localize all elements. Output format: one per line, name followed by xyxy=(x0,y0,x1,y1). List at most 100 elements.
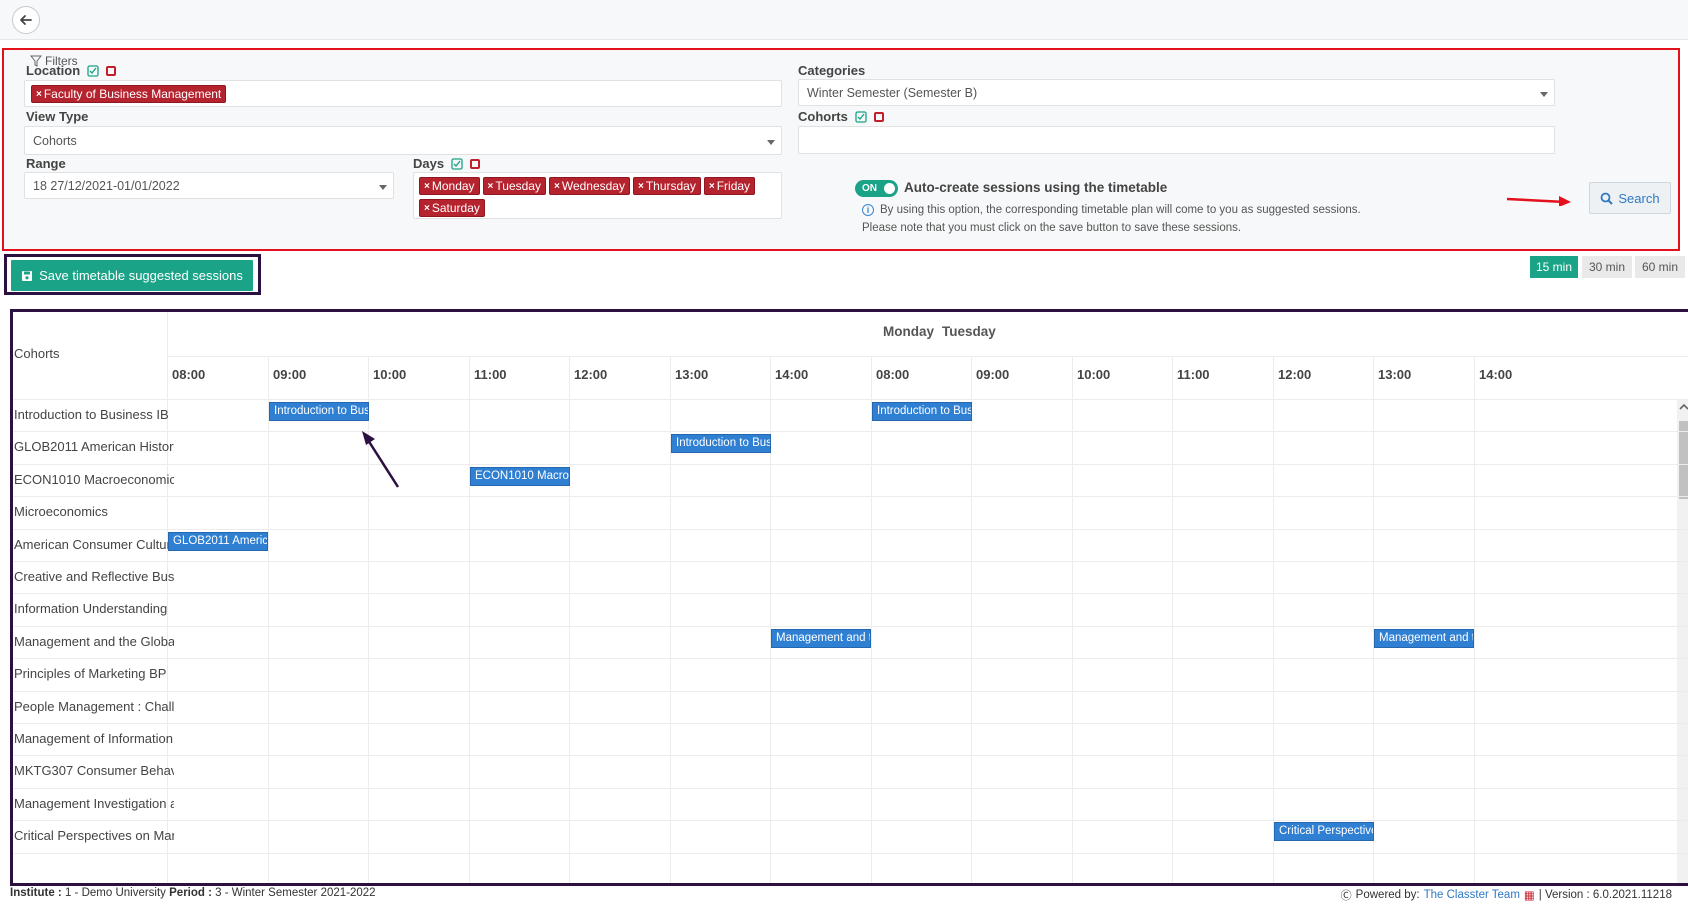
zoom-15-button[interactable]: 15 min xyxy=(1530,256,1578,278)
remove-tag-icon[interactable]: × xyxy=(554,181,560,192)
hour-label: 13:00 xyxy=(1378,367,1412,382)
classter-team-link[interactable]: The Classter Team xyxy=(1424,889,1520,901)
session-event[interactable]: GLOB2011 American History xyxy=(168,532,268,551)
cohort-row-label: Information Understanding xyxy=(14,601,168,616)
scroll-up-icon[interactable] xyxy=(1677,401,1688,413)
days-label: Days xyxy=(413,156,481,171)
session-event[interactable]: Introduction to Business xyxy=(269,402,369,421)
scrollbar-thumb[interactable] xyxy=(1679,421,1688,499)
day-tag[interactable]: × Saturday xyxy=(419,199,485,217)
info-icon: i xyxy=(862,204,874,216)
view-type-label: View Type xyxy=(26,109,89,124)
remove-tag-icon[interactable]: × xyxy=(709,181,715,192)
day-tag[interactable]: × Tuesday xyxy=(482,177,546,195)
cohort-row-label: ECON1010 Macroeconomics xyxy=(14,472,174,487)
range-label: Range xyxy=(26,156,66,171)
hour-label: 11:00 xyxy=(474,367,507,382)
cohort-row-label: Management Investigation and xyxy=(14,796,174,811)
day-tag[interactable]: × Friday xyxy=(703,177,756,195)
session-event[interactable]: Management and the Global xyxy=(1374,629,1474,648)
cohorts-field[interactable] xyxy=(798,126,1555,154)
cohort-row-label: GLOB2011 American History xyxy=(14,439,174,454)
cohort-row-label: Critical Perspectives on Management xyxy=(14,828,174,843)
day-tag[interactable]: × Thursday xyxy=(632,177,701,195)
grid-line xyxy=(13,399,1688,400)
auto-create-toggle[interactable]: ON xyxy=(855,180,898,197)
save-suggested-sessions-button[interactable]: Save timetable suggested sessions xyxy=(11,260,253,291)
hour-label: 10:00 xyxy=(373,367,407,382)
grid-line xyxy=(13,820,1688,821)
footer-info: Institute : 1 - Demo University Period :… xyxy=(10,887,376,899)
range-select[interactable]: 18 27/12/2021-01/01/2022 xyxy=(24,172,394,199)
zoom-30-button[interactable]: 30 min xyxy=(1582,256,1632,278)
session-event[interactable]: Introduction to Business xyxy=(872,402,972,421)
clear-all-icon[interactable] xyxy=(106,65,117,76)
grid-line xyxy=(1072,356,1073,883)
toggle-knob xyxy=(884,183,895,194)
copyright-icon: Ⓒ xyxy=(1340,890,1352,902)
hour-label: 10:00 xyxy=(1077,367,1111,382)
auto-create-info: i By using this option, the correspondin… xyxy=(862,204,1361,216)
session-event[interactable]: Management and the Global xyxy=(771,629,871,648)
location-field[interactable]: × Faculty of Business Management xyxy=(24,80,782,107)
auto-create-note: Please note that you must click on the s… xyxy=(862,222,1242,234)
day-header-tuesday: Tuesday xyxy=(942,324,996,339)
cohort-row-label: American Consumer Culture xyxy=(14,537,174,552)
day-tag[interactable]: × Wednesday xyxy=(548,177,630,195)
hour-label: 14:00 xyxy=(1479,367,1513,382)
arrow-left-icon xyxy=(20,15,32,25)
hour-label: 08:00 xyxy=(172,367,206,382)
select-all-icon[interactable] xyxy=(87,64,99,77)
vertical-scrollbar[interactable] xyxy=(1677,399,1688,883)
grid-line xyxy=(13,529,1688,530)
chevron-down-icon xyxy=(1540,91,1548,97)
grid-line xyxy=(13,853,1688,854)
chevron-down-icon xyxy=(379,184,387,190)
zoom-60-button[interactable]: 60 min xyxy=(1635,256,1685,278)
remove-tag-icon[interactable]: × xyxy=(488,181,494,192)
days-tags: × Monday × Tuesday × Wednesday × Thursday × Frida… xyxy=(419,176,779,220)
search-button[interactable]: Search xyxy=(1589,182,1671,214)
back-button[interactable] xyxy=(12,6,40,34)
session-event[interactable]: ECON1010 Macroeconomics xyxy=(470,467,570,486)
annotation-arrow xyxy=(1506,196,1571,206)
remove-tag-icon[interactable]: × xyxy=(36,89,42,100)
filters-panel: Filters Location × Faculty of Business Ma… xyxy=(2,48,1680,251)
annotation-arrow xyxy=(362,431,400,488)
remove-tag-icon[interactable]: × xyxy=(424,203,430,214)
chevron-down-icon xyxy=(767,139,775,145)
grid-line xyxy=(13,658,1688,659)
grid-line xyxy=(871,356,872,883)
remove-tag-icon[interactable]: × xyxy=(638,181,644,192)
cohort-row-label: Management and the Global xyxy=(14,634,174,649)
hour-label: 14:00 xyxy=(775,367,809,382)
cohort-row-label: Introduction to Business IB xyxy=(14,407,169,422)
cohort-row-label: Microeconomics xyxy=(14,504,108,519)
cohort-row-label: People Management : Challenges xyxy=(14,699,174,714)
categories-select[interactable]: Winter Semester (Semester B) xyxy=(798,79,1555,106)
cohort-row-label: Creative and Reflective Business xyxy=(14,569,174,584)
categories-label: Categories xyxy=(798,63,866,78)
cohort-row-label: Principles of Marketing BP xyxy=(14,666,167,681)
location-tag[interactable]: × Faculty of Business Management xyxy=(31,85,227,103)
grid-line xyxy=(13,561,1688,562)
select-all-icon[interactable] xyxy=(855,110,867,123)
clear-all-icon[interactable] xyxy=(470,158,481,169)
grid-line xyxy=(13,496,1688,497)
grid-line xyxy=(167,356,1688,357)
day-header-monday: Monday xyxy=(883,324,935,339)
session-event[interactable]: Introduction to Business xyxy=(671,434,771,453)
grid-line xyxy=(13,593,1688,594)
grid-line xyxy=(13,755,1688,756)
clear-all-icon[interactable] xyxy=(873,111,884,122)
session-event[interactable]: Critical Perspectives xyxy=(1274,822,1374,841)
days-field[interactable]: × Monday × Tuesday × Wednesday × Thursday × Frida… xyxy=(413,172,782,219)
remove-tag-icon[interactable]: × xyxy=(424,181,430,192)
hour-label: 09:00 xyxy=(273,367,307,382)
view-type-select[interactable]: Cohorts xyxy=(24,126,782,155)
auto-create-label: Auto-create sessions using the timetable xyxy=(904,180,1168,195)
grid-line xyxy=(971,356,972,883)
grid-line xyxy=(13,431,1688,432)
day-tag[interactable]: × Monday xyxy=(419,177,480,195)
select-all-icon[interactable] xyxy=(451,157,463,170)
